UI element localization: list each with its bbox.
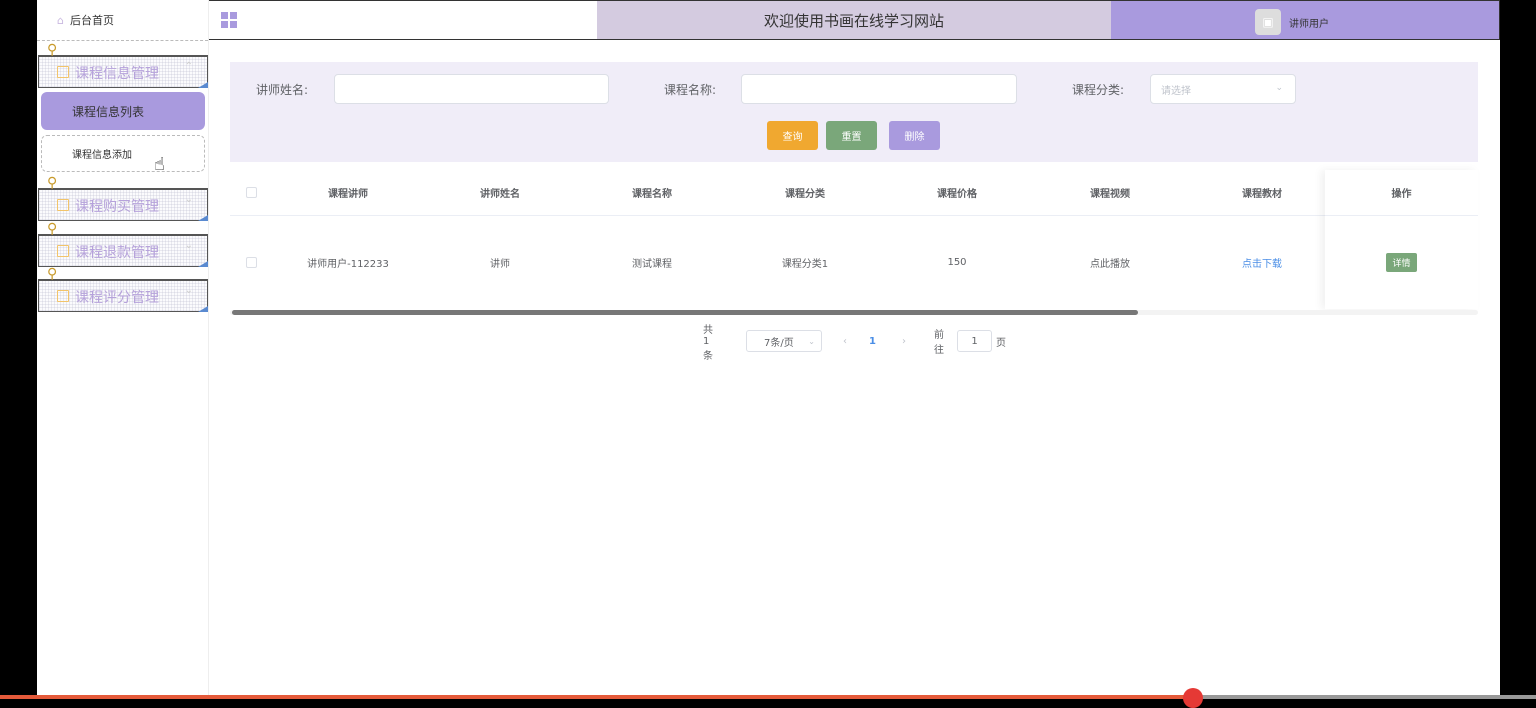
menu-course-refund[interactable]: ⚲ 课程退款管理 ⌄	[38, 222, 208, 267]
binder-clip-icon: ⚲	[47, 42, 58, 58]
fixed-action-column: 操作 详情	[1325, 170, 1478, 309]
prev-page-icon[interactable]: ‹	[843, 330, 847, 352]
col-header-action-label: 操作	[1391, 189, 1412, 200]
avatar-image-icon[interactable]: ▣	[1255, 9, 1281, 35]
chevron-down-icon: ⌄	[184, 285, 193, 296]
table-header-row: 课程讲师 讲师姓名 课程名称 课程分类 课程价格 课程视频 课程教材	[230, 170, 1478, 216]
row-checkbox[interactable]	[246, 257, 257, 268]
course-name-label: 课程名称:	[664, 83, 717, 97]
menu-group-label: 课程信息管理	[75, 66, 159, 82]
sidebar-home[interactable]: ⌂ 后台首页	[37, 0, 208, 41]
col-header-teacher-name: 讲师姓名	[480, 189, 520, 200]
cell-category: 课程分类1	[781, 259, 829, 270]
course-name-input[interactable]	[741, 74, 1017, 104]
chevron-down-icon: ⌄	[184, 194, 193, 205]
download-material-link[interactable]: 点击下载	[1242, 255, 1282, 270]
hand-cursor-icon: ☝	[154, 154, 165, 175]
reset-button[interactable]: 重置	[826, 121, 877, 150]
col-header-teacher: 课程讲师	[328, 189, 368, 200]
header-left	[209, 1, 597, 39]
menu-group-label: 课程退款管理	[75, 245, 159, 261]
goto-page-value: 1	[971, 335, 978, 347]
col-header-course-name: 课程名称	[632, 189, 672, 200]
category-label: 课程分类:	[1072, 83, 1125, 97]
progress-handle[interactable]	[1183, 688, 1203, 708]
folder-icon	[57, 290, 69, 302]
goto-label: 前往	[934, 330, 944, 356]
goto-page-input[interactable]: 1	[957, 330, 992, 352]
category-select[interactable]: 请选择 ⌄	[1150, 74, 1296, 104]
teacher-name-input[interactable]	[334, 74, 609, 104]
menu-course-purchase[interactable]: ⚲ 课程购买管理 ⌄	[38, 176, 208, 221]
cell-teacher-name: 讲师	[490, 259, 510, 270]
menu-course-rating[interactable]: ⚲ 课程评分管理 ⌄	[38, 267, 208, 312]
app-window: ⌂ 后台首页 ⚲ 课程信息管理 ⌃ 课程信息列表 课程信息添加 ☝ ⚲ 课程购买…	[37, 0, 1500, 695]
detail-button[interactable]: 详情	[1386, 253, 1417, 272]
home-icon: ⌂	[57, 13, 64, 27]
corner-fold-icon	[198, 261, 208, 267]
pager-total: 共 1 条	[703, 324, 713, 362]
binder-clip-icon: ⚲	[47, 266, 58, 282]
col-header-price: 课程价格	[937, 189, 977, 200]
page-size-value: 7条/页	[764, 337, 794, 349]
chevron-up-icon: ⌃	[184, 61, 193, 72]
folder-icon	[57, 199, 69, 211]
site-title: 欢迎使用书画在线学习网站	[597, 1, 1111, 39]
page-size-select[interactable]: 7条/页 ⌄	[746, 330, 822, 352]
progress-track	[1193, 695, 1536, 699]
menu-group-label: 课程评分管理	[75, 290, 159, 306]
user-area[interactable]: ▣ 讲师用户	[1111, 1, 1499, 39]
cell-video[interactable]: 点此播放	[1090, 255, 1130, 270]
video-progress-bar[interactable]	[0, 695, 1536, 699]
menu-course-info[interactable]: ⚲ 课程信息管理 ⌃	[38, 43, 208, 88]
chevron-down-icon: ⌄	[808, 336, 815, 346]
category-placeholder: 请选择	[1161, 85, 1191, 97]
select-all-checkbox[interactable]	[246, 187, 257, 198]
col-header-material: 课程教材	[1242, 189, 1282, 200]
chevron-down-icon: ⌄	[184, 240, 193, 251]
grid-menu-icon[interactable]	[221, 12, 237, 28]
binder-clip-icon: ⚲	[47, 221, 58, 237]
table-row: 讲师用户-112233 讲师 测试课程 课程分类1 150 点此播放 点击下载	[230, 216, 1478, 309]
corner-fold-icon	[198, 306, 208, 312]
top-header: 欢迎使用书画在线学习网站 ▣ 讲师用户	[209, 0, 1500, 40]
sidebar: ⌂ 后台首页 ⚲ 课程信息管理 ⌃ 课程信息列表 课程信息添加 ☝ ⚲ 课程购买…	[37, 0, 209, 695]
delete-button[interactable]: 删除	[889, 121, 940, 150]
cell-teacher: 讲师用户-112233	[307, 259, 389, 270]
col-header-category: 课程分类	[785, 189, 825, 200]
corner-fold-icon	[198, 215, 208, 221]
query-button[interactable]: 查询	[767, 121, 818, 150]
action-cell: 详情	[1325, 216, 1478, 309]
page-number[interactable]: 1	[869, 330, 876, 352]
next-page-icon[interactable]: ›	[902, 330, 906, 352]
cell-course-name: 测试课程	[632, 259, 672, 270]
sidebar-home-label: 后台首页	[69, 14, 114, 27]
search-panel: 讲师姓名: 课程名称: 课程分类: 请选择 ⌄ 查询 重置 删除	[230, 62, 1478, 162]
chevron-down-icon: ⌄	[1275, 83, 1283, 93]
sidebar-item-course-add[interactable]: 课程信息添加	[41, 135, 205, 172]
course-table: 课程讲师 讲师姓名 课程名称 课程分类 课程价格 课程视频 课程教材 讲师用户-…	[230, 170, 1478, 315]
sidebar-item-label: 课程信息列表	[72, 104, 145, 119]
page-suffix: 页	[996, 337, 1006, 349]
binder-clip-icon: ⚲	[47, 175, 58, 191]
folder-icon	[57, 245, 69, 257]
menu-group-label: 课程购买管理	[75, 199, 159, 215]
corner-fold-icon	[198, 82, 208, 88]
folder-icon	[57, 66, 69, 78]
username: 讲师用户	[1289, 19, 1329, 30]
horizontal-scrollbar[interactable]	[232, 310, 1138, 315]
sidebar-item-label: 课程信息添加	[72, 150, 132, 161]
cell-price: 150	[947, 257, 967, 268]
col-header-action: 操作	[1325, 170, 1478, 216]
teacher-name-label: 讲师姓名:	[256, 83, 309, 97]
sidebar-item-course-list[interactable]: 课程信息列表	[41, 92, 205, 130]
col-header-video: 课程视频	[1090, 189, 1130, 200]
